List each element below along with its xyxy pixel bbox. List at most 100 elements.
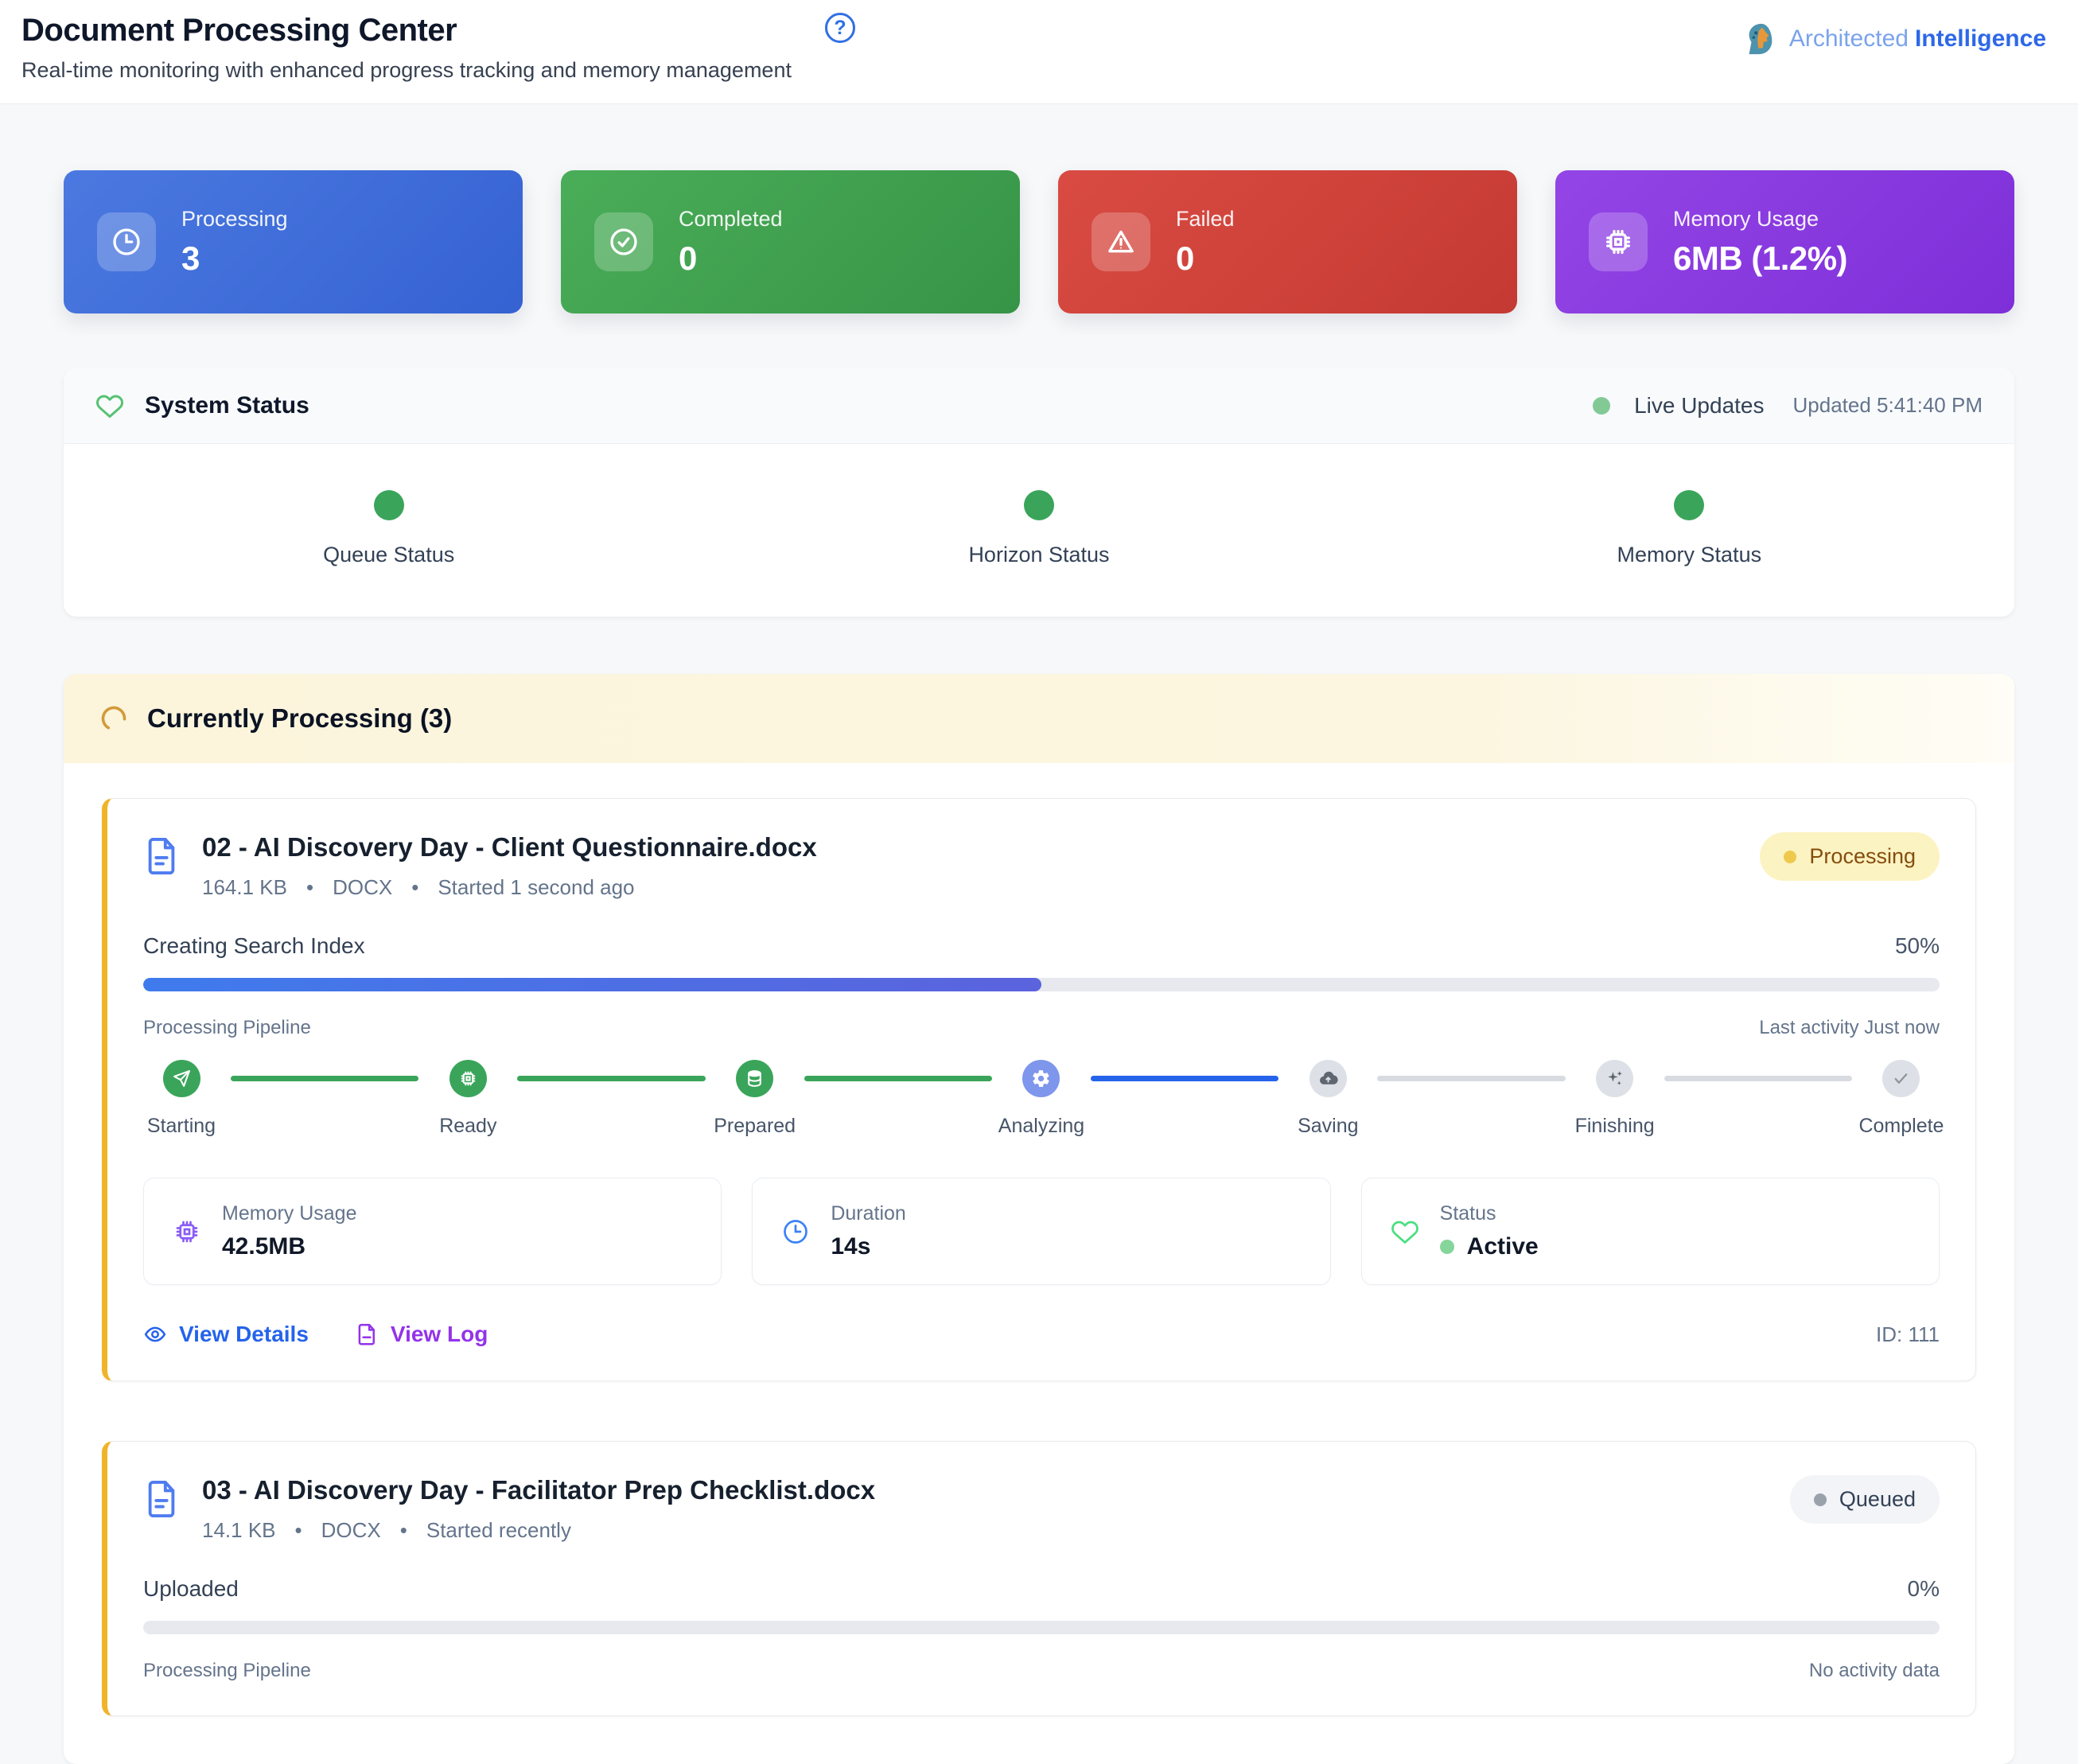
pipeline-stage-finishing: Finishing — [1577, 1060, 1653, 1138]
document-id: ID: 111 — [1876, 1322, 1940, 1347]
status-dot-icon — [374, 490, 404, 520]
meta-separator: • — [295, 1518, 302, 1543]
pipeline-label: Processing Pipeline — [143, 1017, 311, 1039]
check-circle-icon — [594, 212, 653, 271]
pipeline-connector — [517, 1076, 705, 1081]
stat-label: Memory Usage — [1673, 207, 1847, 232]
system-status-header: System Status Live Updates Updated 5:41:… — [64, 368, 2014, 444]
file-icon — [143, 835, 180, 877]
check-icon — [1882, 1060, 1920, 1097]
processing-pipeline: Starting Ready Prepared — [143, 1060, 1940, 1138]
progress-bar — [143, 978, 1940, 991]
meta-separator: • — [306, 875, 313, 900]
document-header: 02 - AI Discovery Day - Client Questionn… — [143, 832, 1940, 900]
stat-card-memory: Memory Usage 6MB (1.2%) — [1555, 170, 2014, 313]
stat-label: Failed — [1176, 207, 1235, 232]
live-updates: Live Updates Updated 5:41:40 PM — [1593, 393, 1983, 419]
status-badge: Processing — [1760, 832, 1940, 881]
system-status-title: System Status — [145, 392, 309, 419]
clock-icon — [97, 212, 156, 271]
chip-icon — [449, 1060, 487, 1097]
stat-card-completed: Completed 0 — [561, 170, 1020, 313]
send-icon — [163, 1060, 200, 1097]
file-size: 14.1 KB — [202, 1518, 276, 1543]
heart-icon — [1391, 1217, 1419, 1246]
pipeline-stage-prepared: Prepared — [717, 1060, 793, 1138]
status-dot-icon — [1674, 490, 1704, 520]
pipeline-connector — [1664, 1076, 1852, 1081]
file-icon — [355, 1322, 379, 1346]
clock-icon — [781, 1217, 810, 1246]
stat-card-processing: Processing 3 — [64, 170, 523, 313]
document-title: 02 - AI Discovery Day - Client Questionn… — [202, 832, 817, 863]
pipeline-connector — [1091, 1076, 1278, 1081]
brand-name: ArchitectedIntelligence — [1789, 25, 2046, 53]
help-icon[interactable]: ? — [825, 13, 855, 43]
pipeline-stage-complete: Complete — [1863, 1060, 1940, 1138]
updated-timestamp: Updated 5:41:40 PM — [1793, 393, 1983, 418]
currently-processing-section: Currently Processing (3) 02 - AI Discove… — [64, 674, 2014, 1764]
system-status-body: Queue Status Horizon Status Memory Statu… — [64, 444, 2014, 617]
meta-separator: • — [400, 1518, 407, 1543]
brand-logo: ArchitectedIntelligence — [1741, 21, 2046, 57]
indicator-horizon-status: Horizon Status — [714, 490, 1364, 567]
stat-value: 0 — [1176, 239, 1235, 278]
chip-icon — [173, 1217, 201, 1246]
spinner-icon — [99, 704, 128, 733]
view-log-button[interactable]: View Log — [355, 1322, 488, 1347]
document-header: 03 - AI Discovery Day - Facilitator Prep… — [143, 1475, 1940, 1543]
pipeline-stage-saving: Saving — [1290, 1060, 1366, 1138]
progress-percent: 50% — [1895, 933, 1940, 959]
pipeline-connector — [1377, 1076, 1565, 1081]
chip-icon — [1589, 212, 1648, 271]
sparkles-icon — [1596, 1060, 1633, 1097]
progress-bar — [143, 1621, 1940, 1634]
stats-row: Processing 3 Completed 0 Failed 0 Memory… — [0, 104, 2078, 313]
progress-fill — [143, 978, 1041, 991]
currently-processing-title: Currently Processing (3) — [147, 703, 452, 734]
brand-head-icon — [1741, 21, 1778, 57]
badge-dot-icon — [1814, 1493, 1827, 1506]
stat-label: Completed — [679, 207, 783, 232]
document-footer: View Details View Log ID: 111 — [143, 1322, 1940, 1347]
file-icon — [143, 1478, 180, 1520]
pipeline-stage-ready: Ready — [430, 1060, 506, 1138]
progress-block: Creating Search Index 50% Processing Pip… — [143, 933, 1940, 1039]
last-activity-label: Last activity Just now — [1759, 1017, 1940, 1039]
eye-icon — [143, 1322, 167, 1346]
app-header: Document Processing Center Real-time mon… — [0, 0, 2078, 104]
stat-value: 3 — [181, 239, 288, 278]
pipeline-stage-starting: Starting — [143, 1060, 220, 1138]
status-badge: Queued — [1790, 1475, 1940, 1524]
page-subtitle: Real-time monitoring with enhanced progr… — [21, 58, 2046, 83]
started-label: Started 1 second ago — [438, 875, 634, 900]
started-label: Started recently — [426, 1518, 571, 1543]
document-list: 02 - AI Discovery Day - Client Questionn… — [64, 763, 2014, 1764]
currently-processing-header: Currently Processing (3) — [64, 674, 2014, 763]
cloud-upload-icon — [1309, 1060, 1347, 1097]
document-card: 03 - AI Discovery Day - Facilitator Prep… — [102, 1441, 1976, 1716]
metric-cards: Memory Usage 42.5MB Duration 14s Status — [143, 1178, 1940, 1285]
progress-percent: 0% — [1908, 1576, 1940, 1602]
gear-icon — [1022, 1060, 1060, 1097]
document-card: 02 - AI Discovery Day - Client Questionn… — [102, 798, 1976, 1381]
pipeline-stage-analyzing: Analyzing — [1003, 1060, 1080, 1138]
meta-separator: • — [411, 875, 418, 900]
current-stage-label: Uploaded — [143, 1576, 239, 1602]
current-stage-label: Creating Search Index — [143, 933, 365, 959]
indicator-queue-status: Queue Status — [64, 490, 714, 567]
view-details-button[interactable]: View Details — [143, 1322, 309, 1347]
document-meta: 14.1 KB • DOCX • Started recently — [202, 1518, 875, 1543]
live-updates-label: Live Updates — [1634, 393, 1764, 419]
live-dot-icon — [1593, 397, 1610, 415]
stat-label: Processing — [181, 207, 288, 232]
database-icon — [736, 1060, 773, 1097]
active-dot-icon — [1440, 1240, 1454, 1254]
last-activity-label: No activity data — [1809, 1660, 1940, 1682]
alert-triangle-icon — [1092, 212, 1150, 271]
heart-icon — [95, 391, 124, 420]
pipeline-connector — [231, 1076, 418, 1081]
file-size: 164.1 KB — [202, 875, 287, 900]
metric-status: Status Active — [1361, 1178, 1940, 1285]
stat-value: 6MB (1.2%) — [1673, 239, 1847, 278]
